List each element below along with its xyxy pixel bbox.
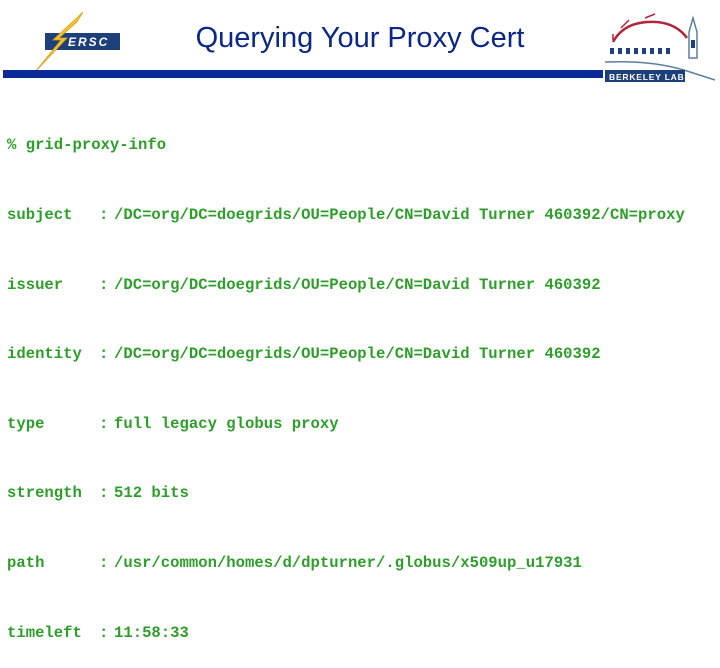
command-line: % grid-proxy-info (7, 136, 167, 155)
field-value: /DC=org/DC=doegrids/OU=People/CN=David T… (114, 206, 685, 225)
tower-window (691, 40, 695, 48)
berkeley-lab-text: BERKELEY LAB (609, 72, 685, 82)
field-value: /DC=org/DC=doegrids/OU=People/CN=David T… (114, 345, 601, 364)
field-value: full legacy globus proxy (114, 414, 339, 433)
nersc-logo-icon: ERSC (15, 10, 125, 73)
field-row-timeleft: timeleft:11:58:33 (7, 622, 685, 645)
field-separator: : (99, 623, 109, 642)
field-key: path (7, 554, 45, 573)
field-key: type (7, 414, 45, 433)
field-value: /DC=org/DC=doegrids/OU=People/CN=David T… (114, 275, 601, 294)
campanile-tower-icon (688, 15, 698, 59)
field-row-identity: identity: /DC=org/DC=doegrids/OU=People/C… (7, 343, 685, 366)
lab-roof-lines (612, 13, 656, 40)
field-separator: : (99, 206, 109, 225)
field-separator: : (99, 414, 109, 433)
field-value: 512 bits (114, 484, 189, 503)
lab-windows (610, 48, 670, 54)
field-key: subject (7, 206, 73, 225)
field-separator: : (99, 275, 109, 294)
field-key: timeleft (7, 623, 82, 642)
page-title: Querying Your Proxy Cert (195, 22, 525, 54)
terminal-output: % grid-proxy-info subject: /DC=org/DC=doe… (7, 88, 685, 668)
field-key: issuer (7, 275, 64, 294)
field-value: /usr/common/homes/d/dpturner/.globus/x50… (114, 554, 582, 573)
field-row-issuer: issuer: /DC=org/DC=doegrids/OU=People/CN=… (7, 274, 685, 297)
field-row-strength: strength:512 bits (7, 482, 685, 505)
field-row-subject: subject: /DC=org/DC=doegrids/OU=People/CN… (7, 204, 685, 227)
field-value: 11:58:33 (114, 623, 189, 642)
field-separator: : (99, 345, 109, 364)
field-key: strength (7, 484, 82, 503)
field-separator: : (99, 484, 109, 503)
field-row-path: path: /usr/common/homes/d/dpturner/.globu… (7, 552, 685, 575)
header-divider (3, 70, 603, 78)
field-separator: : (99, 554, 109, 573)
nersc-logo-text: ERSC (68, 35, 109, 49)
berkeley-lab-logo-icon: BERKELEY LAB (604, 10, 717, 82)
field-row-type: type: full legacy globus proxy (7, 413, 685, 436)
field-key: identity (7, 345, 82, 364)
